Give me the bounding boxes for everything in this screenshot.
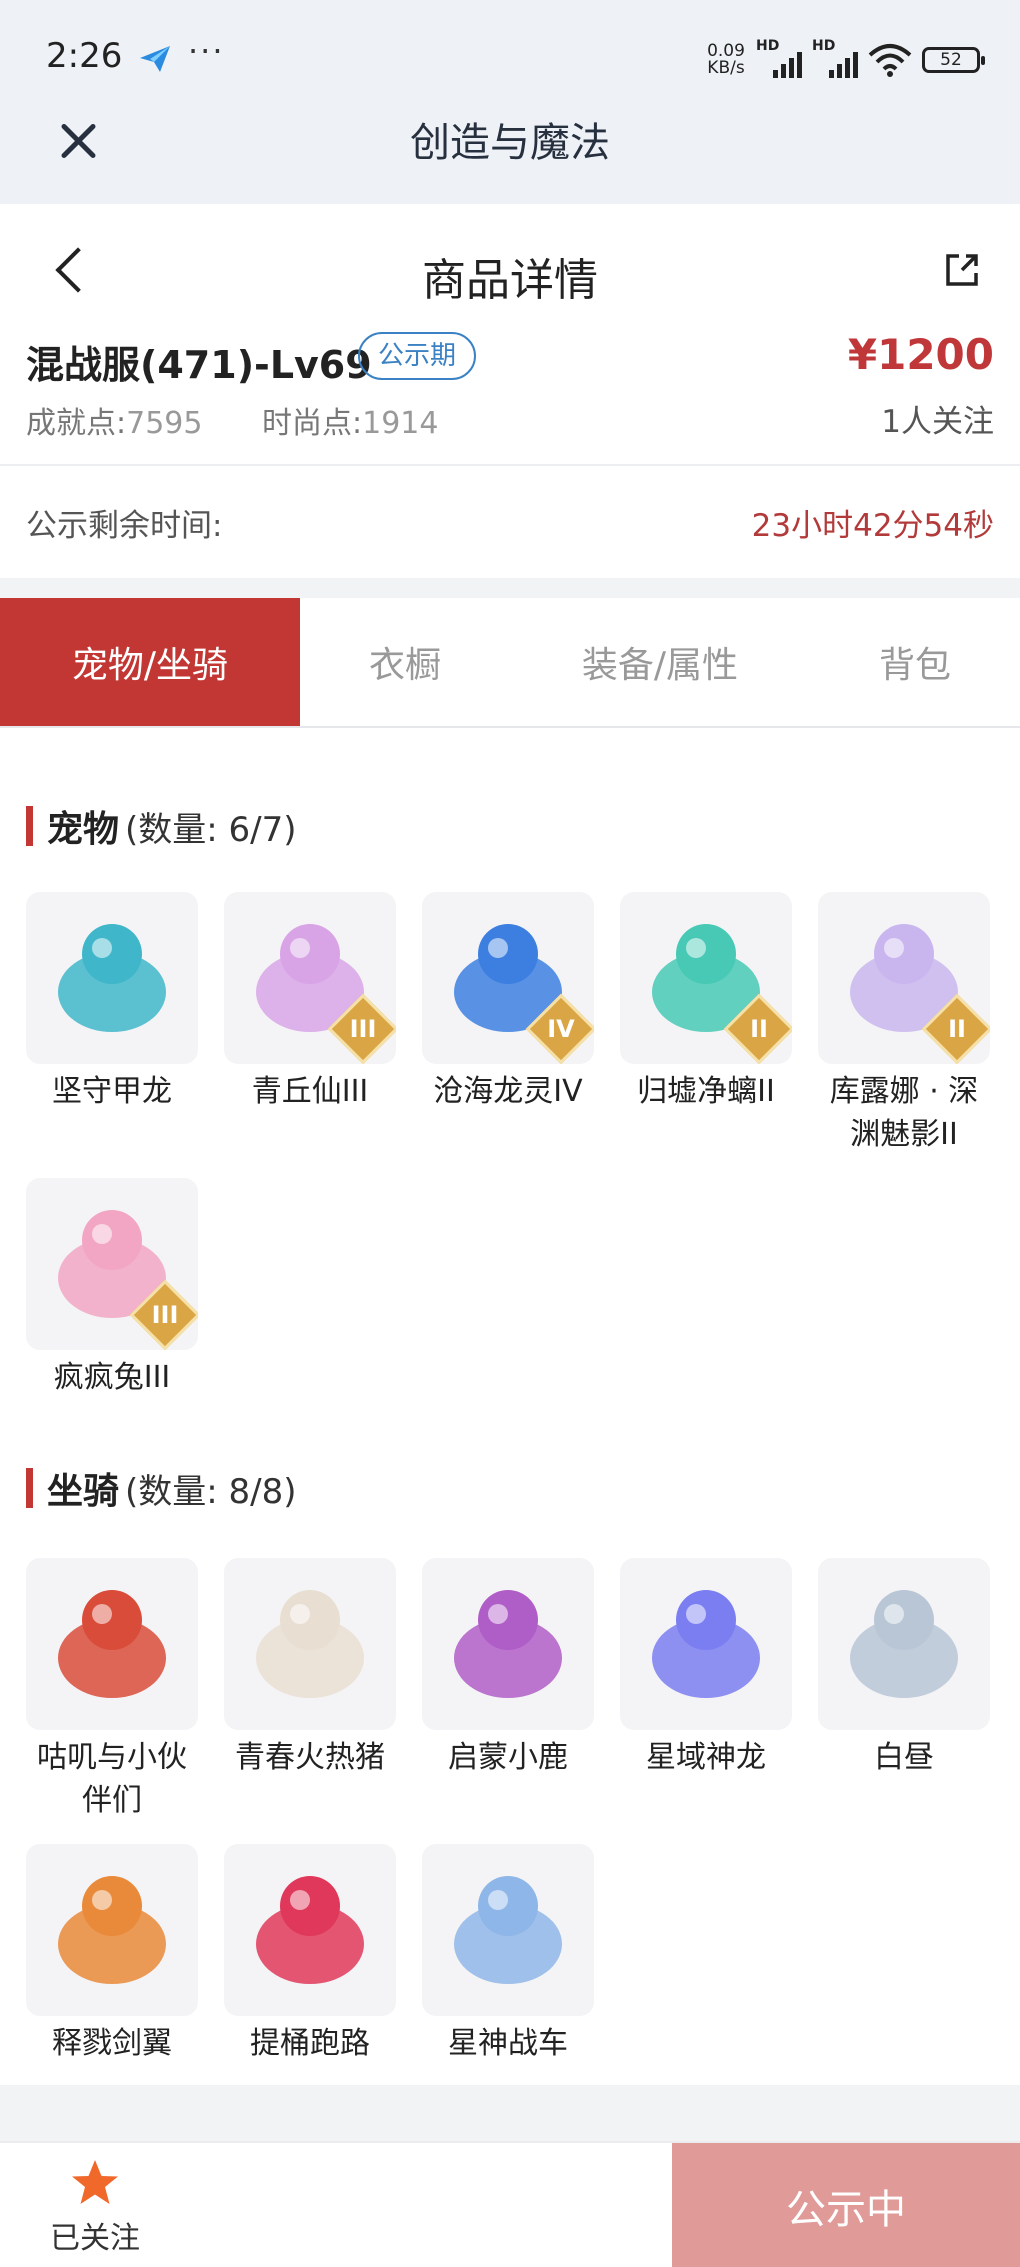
mount-name: 释戮剑翼 bbox=[52, 2026, 172, 2061]
pet-item[interactable]: 坚守甲龙 bbox=[26, 892, 198, 1113]
mounts-section-title: 坐骑 (数量: 8/8) bbox=[26, 1466, 297, 1512]
tab-pets-mounts[interactable]: 宠物/坐骑 bbox=[0, 598, 300, 726]
pet-name: 青丘仙III bbox=[251, 1074, 369, 1109]
fashion-points: 时尚点:1914 bbox=[262, 406, 439, 441]
mount-thumbnail bbox=[26, 1844, 198, 2016]
pet-name: 归墟净螭II bbox=[637, 1074, 775, 1109]
app-title: 创造与魔法 bbox=[410, 120, 610, 166]
pet-item[interactable]: III 疯疯兔III bbox=[26, 1178, 198, 1399]
sword-wings-icon bbox=[58, 1876, 166, 1984]
pet-thumbnail: III bbox=[224, 892, 396, 1064]
pet-name: 坚守甲龙 bbox=[52, 1074, 172, 1109]
page-title: 商品详情 bbox=[422, 255, 598, 306]
pet-name: 疯疯兔III bbox=[53, 1360, 171, 1395]
mount-item[interactable]: 星域神龙 bbox=[620, 1558, 792, 1779]
mount-name: 启蒙小鹿 bbox=[448, 1740, 568, 1775]
pet-thumbnail: III bbox=[26, 1178, 198, 1350]
bottom-bar: 已关注 公示中 bbox=[0, 2141, 1020, 2267]
mount-thumbnail bbox=[224, 1844, 396, 2016]
achievement-points: 成就点:7595 bbox=[26, 406, 203, 441]
pet-item[interactable]: IV 沧海龙灵IV bbox=[422, 892, 594, 1113]
tab-equipment[interactable]: 装备/属性 bbox=[510, 598, 810, 726]
signal-icon-2: HD bbox=[812, 38, 858, 78]
armored-dragon-icon bbox=[58, 924, 166, 1032]
star-horse-icon bbox=[454, 1876, 562, 1984]
mount-name: 白昼 bbox=[874, 1740, 934, 1775]
mount-item[interactable]: 释戮剑翼 bbox=[26, 1844, 198, 2065]
product-info: 混战服(471)-Lv69 公示期 ¥1200 成就点:7595 时尚点:191… bbox=[0, 330, 1020, 466]
timer-value: 23小时42分54秒 bbox=[751, 508, 994, 544]
mount-thumbnail bbox=[26, 1558, 198, 1730]
divider bbox=[0, 578, 1020, 598]
mount-name: 咕叽与小伙伴们 bbox=[37, 1740, 187, 1818]
status-badge: 公示期 bbox=[358, 332, 477, 380]
mount-item[interactable]: 白昼 bbox=[818, 1558, 990, 1779]
gooji-friends-icon bbox=[58, 1590, 166, 1698]
mount-thumbnail bbox=[422, 1844, 594, 2016]
product-price: ¥1200 bbox=[847, 330, 994, 379]
mount-thumbnail bbox=[818, 1558, 990, 1730]
mount-item[interactable]: 咕叽与小伙伴们 bbox=[26, 1558, 198, 1822]
footer-spacer bbox=[0, 2085, 1020, 2141]
follow-button[interactable]: 已关注 bbox=[30, 2157, 160, 2257]
deer-icon bbox=[454, 1590, 562, 1698]
signal-icon: HD bbox=[756, 38, 802, 78]
follow-label: 已关注 bbox=[50, 2221, 140, 2256]
tab-bar: 宠物/坐骑 衣橱 装备/属性 背包 bbox=[0, 598, 1020, 728]
pet-item[interactable]: III 青丘仙III bbox=[224, 892, 396, 1113]
mount-thumbnail bbox=[224, 1558, 396, 1730]
buckets-icon bbox=[256, 1876, 364, 1984]
publicity-timer: 公示剩余时间: 23小时42分54秒 bbox=[0, 466, 1020, 578]
pet-thumbnail: II bbox=[620, 892, 792, 1064]
pet-thumbnail: IV bbox=[422, 892, 594, 1064]
mount-name: 星域神龙 bbox=[646, 1740, 766, 1775]
app-bar: 创造与魔法 bbox=[0, 90, 1020, 204]
tab-wardrobe[interactable]: 衣橱 bbox=[300, 598, 510, 726]
star-icon bbox=[72, 2160, 118, 2204]
mount-item[interactable]: 青春火热猪 bbox=[224, 1558, 396, 1779]
section-marker bbox=[26, 806, 33, 846]
page-header: 商品详情 bbox=[0, 204, 1020, 334]
watcher-count: 1人关注 bbox=[881, 404, 994, 440]
status-indicators: 0.09 KB/s HD HD 52 bbox=[706, 38, 985, 80]
battery-icon: 52 bbox=[922, 47, 985, 73]
pet-name: 沧海龙灵IV bbox=[433, 1074, 583, 1109]
star-dragon-icon bbox=[652, 1590, 760, 1698]
mount-item[interactable]: 提桶跑路 bbox=[224, 1844, 396, 2065]
wifi-icon bbox=[868, 44, 912, 77]
tab-backpack[interactable]: 背包 bbox=[810, 598, 1020, 726]
status-time: 2:26 bbox=[46, 36, 123, 76]
product-name: 混战服(471)-Lv69 bbox=[26, 343, 372, 387]
send-icon bbox=[140, 46, 170, 72]
white-dragon-icon bbox=[850, 1590, 958, 1698]
pet-thumbnail: II bbox=[818, 892, 990, 1064]
mount-item[interactable]: 启蒙小鹿 bbox=[422, 1558, 594, 1779]
pig-icon bbox=[256, 1590, 364, 1698]
section-marker bbox=[26, 1468, 33, 1508]
mount-thumbnail bbox=[620, 1558, 792, 1730]
mount-name: 提桶跑路 bbox=[250, 2026, 370, 2061]
publicity-status-button[interactable]: 公示中 bbox=[672, 2143, 1020, 2267]
mount-thumbnail bbox=[422, 1558, 594, 1730]
pet-name: 库露娜 · 深渊魅影II bbox=[829, 1074, 979, 1152]
timer-label: 公示剩余时间: bbox=[26, 508, 223, 544]
pet-thumbnail bbox=[26, 892, 198, 1064]
mount-name: 星神战车 bbox=[448, 2026, 568, 2061]
pets-section-title: 宠物 (数量: 6/7) bbox=[26, 804, 297, 850]
mount-name: 青春火热猪 bbox=[235, 1740, 385, 1775]
mount-item[interactable]: 星神战车 bbox=[422, 1844, 594, 2065]
status-bar: 2:26 ··· 0.09 KB/s HD HD 52 bbox=[0, 0, 1020, 90]
pet-item[interactable]: II 库露娜 · 深渊魅影II bbox=[818, 892, 990, 1156]
more-notifications-icon: ··· bbox=[188, 32, 225, 70]
network-speed: 0.09 KB/s bbox=[707, 41, 745, 78]
pet-item[interactable]: II 归墟净螭II bbox=[620, 892, 792, 1113]
share-external-icon[interactable] bbox=[942, 250, 982, 290]
